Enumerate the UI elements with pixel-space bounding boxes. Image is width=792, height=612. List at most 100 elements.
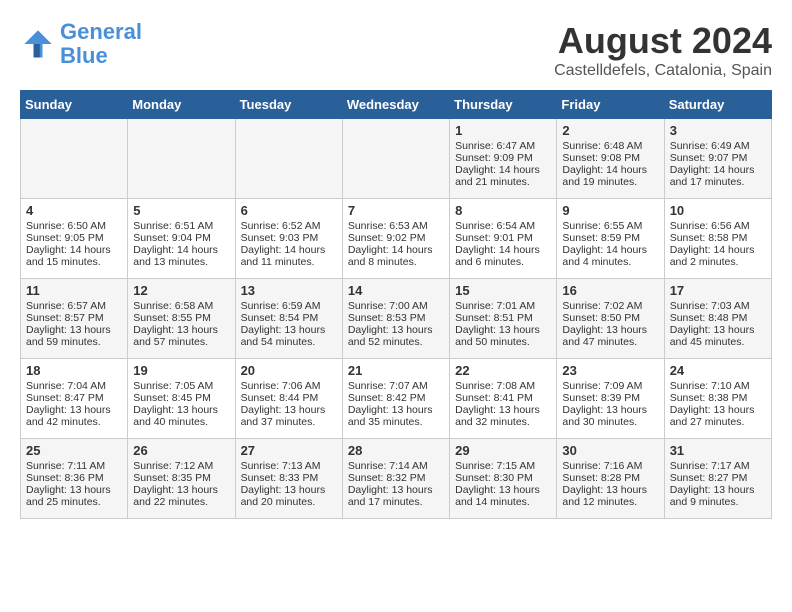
calendar-cell: 23Sunrise: 7:09 AMSunset: 8:39 PMDayligh…: [557, 359, 664, 439]
day-info: Sunset: 8:58 PM: [670, 232, 766, 244]
calendar-cell: [21, 119, 128, 199]
day-info: Daylight: 13 hours and 30 minutes.: [562, 404, 658, 428]
day-info: Sunset: 9:09 PM: [455, 152, 551, 164]
day-info: Daylight: 13 hours and 59 minutes.: [26, 324, 122, 348]
day-number: 13: [241, 283, 337, 298]
day-info: Sunrise: 6:50 AM: [26, 220, 122, 232]
day-info: Daylight: 13 hours and 12 minutes.: [562, 484, 658, 508]
day-info: Sunset: 8:44 PM: [241, 392, 337, 404]
day-info: Sunset: 9:01 PM: [455, 232, 551, 244]
calendar-cell: 1Sunrise: 6:47 AMSunset: 9:09 PMDaylight…: [450, 119, 557, 199]
day-info: Sunrise: 7:11 AM: [26, 460, 122, 472]
day-info: Sunrise: 7:07 AM: [348, 380, 444, 392]
day-info: Sunset: 8:48 PM: [670, 312, 766, 324]
calendar-cell: 7Sunrise: 6:53 AMSunset: 9:02 PMDaylight…: [342, 199, 449, 279]
day-info: Sunrise: 6:55 AM: [562, 220, 658, 232]
day-info: Sunset: 8:47 PM: [26, 392, 122, 404]
day-number: 1: [455, 123, 551, 138]
day-info: Sunset: 9:07 PM: [670, 152, 766, 164]
day-info: Daylight: 14 hours and 8 minutes.: [348, 244, 444, 268]
day-number: 29: [455, 443, 551, 458]
day-info: Sunset: 9:08 PM: [562, 152, 658, 164]
title-block: August 2024 Castelldefels, Catalonia, Sp…: [554, 20, 772, 80]
weekday-header-friday: Friday: [557, 91, 664, 119]
day-info: Sunset: 8:38 PM: [670, 392, 766, 404]
calendar-cell: [128, 119, 235, 199]
logo-line2: Blue: [60, 43, 108, 68]
day-info: Sunrise: 6:49 AM: [670, 140, 766, 152]
week-row-1: 1Sunrise: 6:47 AMSunset: 9:09 PMDaylight…: [21, 119, 772, 199]
day-number: 23: [562, 363, 658, 378]
day-info: Sunset: 9:05 PM: [26, 232, 122, 244]
day-info: Sunset: 8:36 PM: [26, 472, 122, 484]
calendar-cell: 2Sunrise: 6:48 AMSunset: 9:08 PMDaylight…: [557, 119, 664, 199]
week-row-2: 4Sunrise: 6:50 AMSunset: 9:05 PMDaylight…: [21, 199, 772, 279]
day-number: 22: [455, 363, 551, 378]
weekday-header-row: SundayMondayTuesdayWednesdayThursdayFrid…: [21, 91, 772, 119]
day-info: Sunset: 8:30 PM: [455, 472, 551, 484]
day-info: Sunrise: 7:15 AM: [455, 460, 551, 472]
day-info: Daylight: 14 hours and 2 minutes.: [670, 244, 766, 268]
calendar-cell: 12Sunrise: 6:58 AMSunset: 8:55 PMDayligh…: [128, 279, 235, 359]
day-info: Sunrise: 7:01 AM: [455, 300, 551, 312]
day-number: 2: [562, 123, 658, 138]
day-number: 24: [670, 363, 766, 378]
day-info: Sunrise: 7:05 AM: [133, 380, 229, 392]
day-info: Daylight: 13 hours and 37 minutes.: [241, 404, 337, 428]
day-info: Daylight: 13 hours and 14 minutes.: [455, 484, 551, 508]
day-number: 10: [670, 203, 766, 218]
day-info: Daylight: 14 hours and 15 minutes.: [26, 244, 122, 268]
day-number: 5: [133, 203, 229, 218]
day-number: 15: [455, 283, 551, 298]
day-info: Sunrise: 7:00 AM: [348, 300, 444, 312]
calendar-cell: 11Sunrise: 6:57 AMSunset: 8:57 PMDayligh…: [21, 279, 128, 359]
day-info: Daylight: 14 hours and 6 minutes.: [455, 244, 551, 268]
day-info: Daylight: 13 hours and 54 minutes.: [241, 324, 337, 348]
calendar-cell: 30Sunrise: 7:16 AMSunset: 8:28 PMDayligh…: [557, 439, 664, 519]
day-info: Sunrise: 7:16 AM: [562, 460, 658, 472]
calendar-cell: 10Sunrise: 6:56 AMSunset: 8:58 PMDayligh…: [664, 199, 771, 279]
day-info: Daylight: 13 hours and 45 minutes.: [670, 324, 766, 348]
day-info: Sunrise: 7:12 AM: [133, 460, 229, 472]
day-info: Sunset: 8:27 PM: [670, 472, 766, 484]
day-info: Sunrise: 6:58 AM: [133, 300, 229, 312]
week-row-3: 11Sunrise: 6:57 AMSunset: 8:57 PMDayligh…: [21, 279, 772, 359]
day-info: Sunset: 8:33 PM: [241, 472, 337, 484]
day-info: Daylight: 14 hours and 13 minutes.: [133, 244, 229, 268]
calendar-cell: 5 Sunrise: 6:51 AMSunset: 9:04 PMDaylight…: [128, 199, 235, 279]
day-info: Sunrise: 7:03 AM: [670, 300, 766, 312]
day-info: Daylight: 13 hours and 35 minutes.: [348, 404, 444, 428]
day-info: Daylight: 14 hours and 17 minutes.: [670, 164, 766, 188]
day-info: Sunset: 8:39 PM: [562, 392, 658, 404]
day-number: 27: [241, 443, 337, 458]
calendar-cell: 16Sunrise: 7:02 AMSunset: 8:50 PMDayligh…: [557, 279, 664, 359]
day-number: 28: [348, 443, 444, 458]
calendar-cell: 18Sunrise: 7:04 AMSunset: 8:47 PMDayligh…: [21, 359, 128, 439]
weekday-header-thursday: Thursday: [450, 91, 557, 119]
day-number: 21: [348, 363, 444, 378]
logo-icon: [20, 26, 56, 62]
day-number: 14: [348, 283, 444, 298]
day-info: Daylight: 13 hours and 20 minutes.: [241, 484, 337, 508]
day-number: 6: [241, 203, 337, 218]
day-info: Sunset: 9:04 PM: [133, 232, 229, 244]
day-info: Sunset: 8:59 PM: [562, 232, 658, 244]
week-row-5: 25Sunrise: 7:11 AMSunset: 8:36 PMDayligh…: [21, 439, 772, 519]
day-info: Daylight: 13 hours and 42 minutes.: [26, 404, 122, 428]
calendar-cell: 29 Sunrise: 7:15 AMSunset: 8:30 PMDayligh…: [450, 439, 557, 519]
day-info: Sunrise: 6:54 AM: [455, 220, 551, 232]
day-info: Sunrise: 6:59 AM: [241, 300, 337, 312]
day-info: Sunrise: 6:51 AM: [133, 220, 229, 232]
calendar-cell: 26Sunrise: 7:12 AMSunset: 8:35 PMDayligh…: [128, 439, 235, 519]
calendar-cell: 28Sunrise: 7:14 AMSunset: 8:32 PMDayligh…: [342, 439, 449, 519]
calendar-cell: 15Sunrise: 7:01 AMSunset: 8:51 PMDayligh…: [450, 279, 557, 359]
day-number: 30: [562, 443, 658, 458]
day-info: Sunrise: 7:17 AM: [670, 460, 766, 472]
day-info: Daylight: 13 hours and 25 minutes.: [26, 484, 122, 508]
location: Castelldefels, Catalonia, Spain: [554, 62, 772, 80]
day-info: Sunset: 8:45 PM: [133, 392, 229, 404]
month-title: August 2024: [554, 20, 772, 62]
day-info: Sunset: 8:50 PM: [562, 312, 658, 324]
day-info: Sunrise: 7:06 AM: [241, 380, 337, 392]
logo: General Blue: [20, 20, 142, 68]
